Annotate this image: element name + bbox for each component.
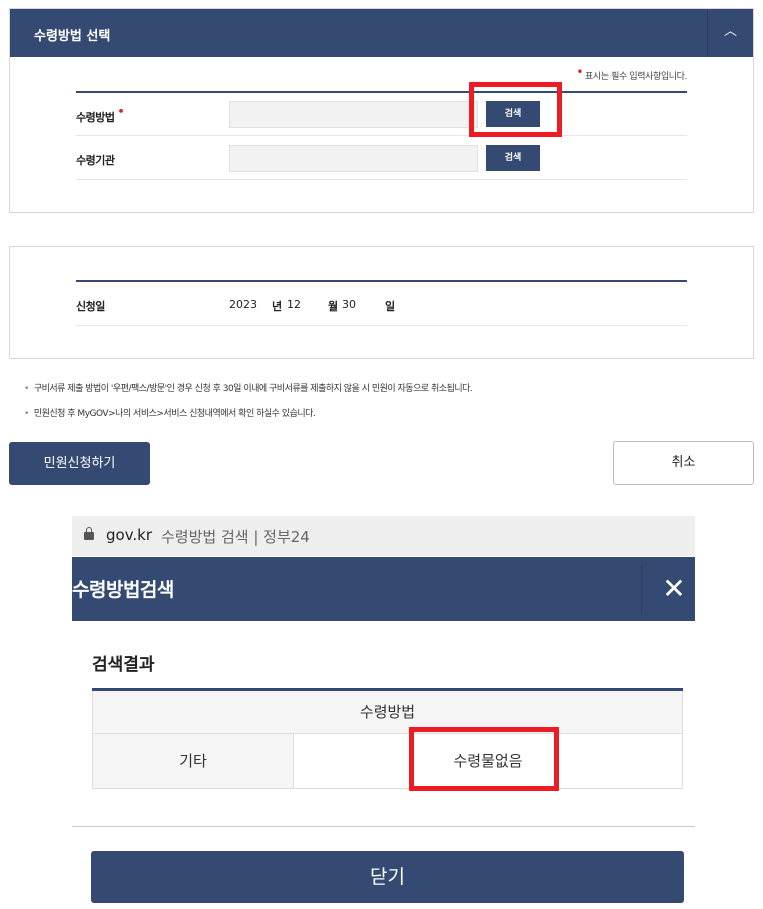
notice-text: 구비서류 제출 방법이 '우편/팩스/방문'인 경우 신청 후 30일 이내에 … [33, 384, 473, 394]
search-popup: gov.kr 수령방법 검색 | 정부24 수령방법검색 ✕ 검색결과 수령방법… [72, 516, 695, 909]
application-date-label: 신청일 [76, 300, 105, 313]
url-domain: gov.kr [106, 526, 153, 544]
collapse-chevron-icon[interactable]: ︿ [707, 9, 753, 57]
date-day-unit: 일 [385, 300, 396, 313]
section-header: 수령방법 선택 ︿ [10, 9, 753, 57]
row-divider [76, 179, 687, 180]
popup-header: 수령방법검색 ✕ [72, 557, 695, 621]
cancel-button[interactable]: 취소 [613, 441, 754, 485]
required-star-icon: • [117, 105, 125, 118]
date-year-unit: 년 [272, 300, 283, 313]
receive-method-label: 수령방법 • [76, 105, 124, 125]
application-date-section: 신청일 2023 년 12 월 30 일 [9, 246, 754, 359]
popup-title: 수령방법검색 [72, 579, 174, 601]
bullet-icon: • [24, 384, 29, 394]
receive-method-label-text: 수령방법 [76, 111, 115, 124]
notice-item: • 구비서류 제출 방법이 '우편/팩스/방문'인 경우 신청 후 30일 이내에… [24, 381, 473, 394]
receive-agency-label: 수령기관 [76, 154, 115, 167]
header-divider [641, 565, 642, 613]
close-icon[interactable]: ✕ [654, 567, 694, 611]
highlight-box [469, 82, 562, 137]
required-note-text: 표시는 필수 입력사항입니다. [585, 72, 687, 82]
lock-icon [84, 527, 94, 540]
highlight-box [409, 727, 559, 791]
receive-method-section: 수령방법 선택 ︿ • 표시는 필수 입력사항입니다. 수령방법 • 검색 수령기관… [9, 8, 754, 213]
table-top-rule [76, 91, 687, 93]
table-header: 수령방법 [92, 691, 683, 734]
date-day: 30 [342, 298, 356, 311]
section-title: 수령방법 선택 [34, 29, 111, 44]
table-cell-category: 기타 [92, 734, 294, 789]
row-divider [76, 325, 687, 326]
required-note: • 표시는 필수 입력사항입니다. [576, 65, 687, 82]
receive-method-field[interactable] [229, 101, 478, 128]
close-button[interactable]: 닫기 [91, 851, 684, 903]
apply-button[interactable]: 민원신청하기 [9, 442, 150, 485]
date-month: 12 [287, 298, 301, 311]
browser-url-bar: gov.kr 수령방법 검색 | 정부24 [72, 516, 695, 556]
row-divider [76, 135, 687, 136]
popup-divider [72, 826, 695, 827]
notice-text: 민원신청 후 MyGOV>나의 서비스>서비스 신청내역에서 확인 하실수 있습… [33, 409, 316, 419]
required-star-icon: • [576, 65, 584, 79]
date-year: 2023 [229, 298, 257, 311]
bullet-icon: • [24, 409, 29, 419]
receive-agency-search-button[interactable]: 검색 [486, 145, 540, 171]
url-page-title: 수령방법 검색 | 정부24 [161, 528, 310, 546]
receive-agency-field[interactable] [229, 145, 478, 172]
result-title: 검색결과 [92, 655, 155, 675]
notice-item: • 민원신청 후 MyGOV>나의 서비스>서비스 신청내역에서 확인 하실수 있… [24, 406, 316, 419]
table-top-rule [76, 280, 687, 282]
date-month-unit: 월 [328, 300, 339, 313]
